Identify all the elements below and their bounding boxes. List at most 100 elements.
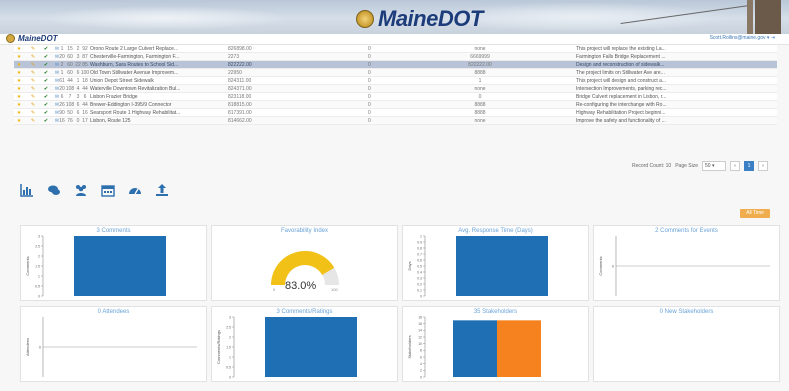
logout-icon[interactable]: ⇥ — [771, 35, 775, 41]
star-icon[interactable]: ★ — [16, 45, 22, 53]
check-icon[interactable]: ✔ — [43, 93, 49, 101]
check-icon[interactable]: ✔ — [43, 53, 49, 61]
page-size-label: Page Size — [675, 163, 698, 169]
record-count: Record Count: 10 — [632, 163, 672, 169]
tick-label: 4 — [420, 362, 422, 366]
tick-label: 0.6 — [417, 258, 422, 262]
tick-label: 0.2 — [417, 282, 422, 286]
project-description: Highway Rehabilitation Project beginni..… — [576, 110, 666, 116]
header-logo[interactable]: MaineDOT — [6, 34, 58, 43]
check-icon[interactable]: ✔ — [43, 69, 49, 77]
chart-svg: Comments/Ratings 0 0.5 1 1.5 2 2.5 3 — [216, 315, 357, 379]
edit-icon[interactable]: ✎ — [30, 69, 36, 77]
star-icon[interactable]: ★ — [16, 85, 22, 93]
user-menu[interactable]: Scott.Rollins@maine.gov ▾ ⇥ — [710, 35, 775, 41]
project-pin: 1 — [478, 78, 482, 84]
check-icon[interactable]: ✔ — [43, 117, 49, 125]
star-icon[interactable]: ★ — [16, 93, 22, 101]
time-filter-button[interactable]: All Time — [740, 209, 770, 218]
project-pin: none — [474, 118, 486, 124]
table-row[interactable]: ★ ✎ ✔ ✉ 20 60 3 87 Chesterville-Farmington, Farm… — [14, 53, 777, 61]
chart-panel: Favorability Index 0 100 83.0% — [211, 225, 398, 301]
edit-icon[interactable]: ✎ — [30, 101, 36, 109]
edit-icon[interactable]: ✎ — [30, 109, 36, 117]
project-zero: 0 — [368, 110, 371, 116]
project-pin: 0 — [478, 94, 482, 100]
tick-label: 2 — [38, 254, 40, 258]
star-icon[interactable]: ★ — [16, 101, 22, 109]
chart-svg: Attendees 0 — [25, 317, 197, 377]
page-size-select[interactable]: 50 ▾ — [702, 161, 726, 171]
edit-icon[interactable]: ✎ — [30, 117, 36, 125]
project-amount: 817391.00 — [228, 110, 252, 116]
star-icon[interactable]: ★ — [16, 69, 22, 77]
project-name: Brewer-Eddington I-395/9 Connector — [90, 102, 172, 108]
chart-panel: 0 Attendees Attendees 0 — [20, 306, 207, 382]
table-row[interactable]: ★ ✎ ✔ ✉ 26 108 6 44 Brewer-Eddington I-395/9 Con… — [14, 101, 777, 109]
tick-label: 2 — [229, 335, 231, 339]
tick-label: 6 — [420, 355, 422, 359]
users-icon[interactable] — [74, 183, 88, 197]
project-amount: 814662.00 — [228, 118, 252, 124]
bar — [74, 236, 166, 296]
tick-label: 0.5 — [417, 264, 422, 268]
check-icon[interactable]: ✔ — [43, 101, 49, 109]
table-row[interactable]: ★ ✎ ✔ ✉ 16 76 0 17 Lisbon, Route 125 814662.00 0 no… — [14, 117, 777, 125]
comments-icon[interactable] — [47, 183, 61, 197]
edit-icon[interactable]: ✎ — [30, 45, 36, 53]
tick-label: 0.5 — [35, 284, 40, 288]
table-row[interactable]: ★ ✎ ✔ ✉ 1 15 2 92 Orono Route 2 Large Culvert Re… — [14, 45, 777, 53]
check-icon[interactable]: ✔ — [43, 45, 49, 53]
top-bar: MaineDOT Scott.Rollins@maine.gov ▾ ⇥ — [0, 34, 789, 45]
tick-label: 1 — [229, 355, 231, 359]
calendar-icon[interactable] — [101, 183, 115, 197]
next-page-button[interactable]: » — [758, 161, 768, 171]
check-icon[interactable]: ✔ — [43, 61, 49, 69]
star-icon[interactable]: ★ — [16, 61, 22, 69]
edit-icon[interactable]: ✎ — [30, 61, 36, 69]
stats-chart-icon[interactable] — [20, 183, 34, 197]
chart-panel: 2 Comments for Events Comments 0 — [593, 225, 780, 301]
tick-label: 3 — [229, 315, 231, 319]
y-axis-label: Attendees — [25, 338, 30, 356]
user-name[interactable]: Scott.Rollins@maine.gov ▾ — [710, 35, 770, 41]
check-icon[interactable]: ✔ — [43, 85, 49, 93]
project-zero: 0 — [368, 78, 371, 84]
project-name: Old Town Stillwater Avenue Improvem... — [90, 70, 179, 76]
edit-icon[interactable]: ✎ — [30, 53, 36, 61]
tick-label: 1 — [38, 274, 40, 278]
project-pin: 822222.00 — [468, 62, 492, 68]
star-icon[interactable]: ★ — [16, 109, 22, 117]
y-axis-label: Days — [407, 261, 412, 270]
project-amount: 823118.00 — [228, 94, 252, 100]
table-row[interactable]: ★ ✎ ✔ ✉ 61 44 1 18 Union Depot Street Sidewalk 82… — [14, 77, 777, 85]
edit-icon[interactable]: ✎ — [30, 85, 36, 93]
edit-icon[interactable]: ✎ — [30, 93, 36, 101]
project-name: Lisbon, Route 125 — [90, 118, 131, 124]
table-row[interactable]: ★ ✎ ✔ ✉ 20 108 4 44 Waterville Downtown Revitali… — [14, 85, 777, 93]
prev-page-button[interactable]: « — [730, 161, 740, 171]
star-icon[interactable]: ★ — [16, 77, 22, 85]
tick-label: 0 — [38, 294, 40, 298]
project-zero: 0 — [368, 86, 371, 92]
bar — [453, 320, 497, 377]
tick-label: 0 — [420, 294, 422, 298]
project-amount: 826898.00 — [228, 46, 252, 52]
tick-label: 1.5 — [35, 264, 40, 268]
chart-svg: Days 0 0.1 0.2 0.3 0.4 0.5 0.6 0.7 0.8 0.9 1 — [407, 234, 548, 298]
page-1-button[interactable]: 1 — [744, 161, 754, 171]
check-icon[interactable]: ✔ — [43, 77, 49, 85]
star-icon[interactable]: ★ — [16, 117, 22, 125]
upload-icon[interactable] — [155, 183, 169, 197]
table-row[interactable]: ★ ✎ ✔ ✉ 1 60 6 100 Old Town Stillwater Avenue Im… — [14, 69, 777, 77]
table-row[interactable]: ★ ✎ ✔ ✉ 6 7 3 6 Lisbon Frazier Bridge 823118.00 0 0… — [14, 93, 777, 101]
table-row[interactable]: ★ ✎ ✔ ✉ 2 60 22 85 Washburn, Sara Routes to Scho… — [14, 61, 777, 69]
check-icon[interactable]: ✔ — [43, 109, 49, 117]
view-toolbar — [20, 183, 169, 197]
table-row[interactable]: ★ ✎ ✔ ✉ 90 50 6 16 Searsport Route 1 Highway Reh… — [14, 109, 777, 117]
project-zero: 0 — [368, 62, 371, 68]
dashboard-icon[interactable] — [128, 183, 142, 197]
tick-label: 14 — [418, 329, 422, 333]
edit-icon[interactable]: ✎ — [30, 77, 36, 85]
star-icon[interactable]: ★ — [16, 53, 22, 61]
